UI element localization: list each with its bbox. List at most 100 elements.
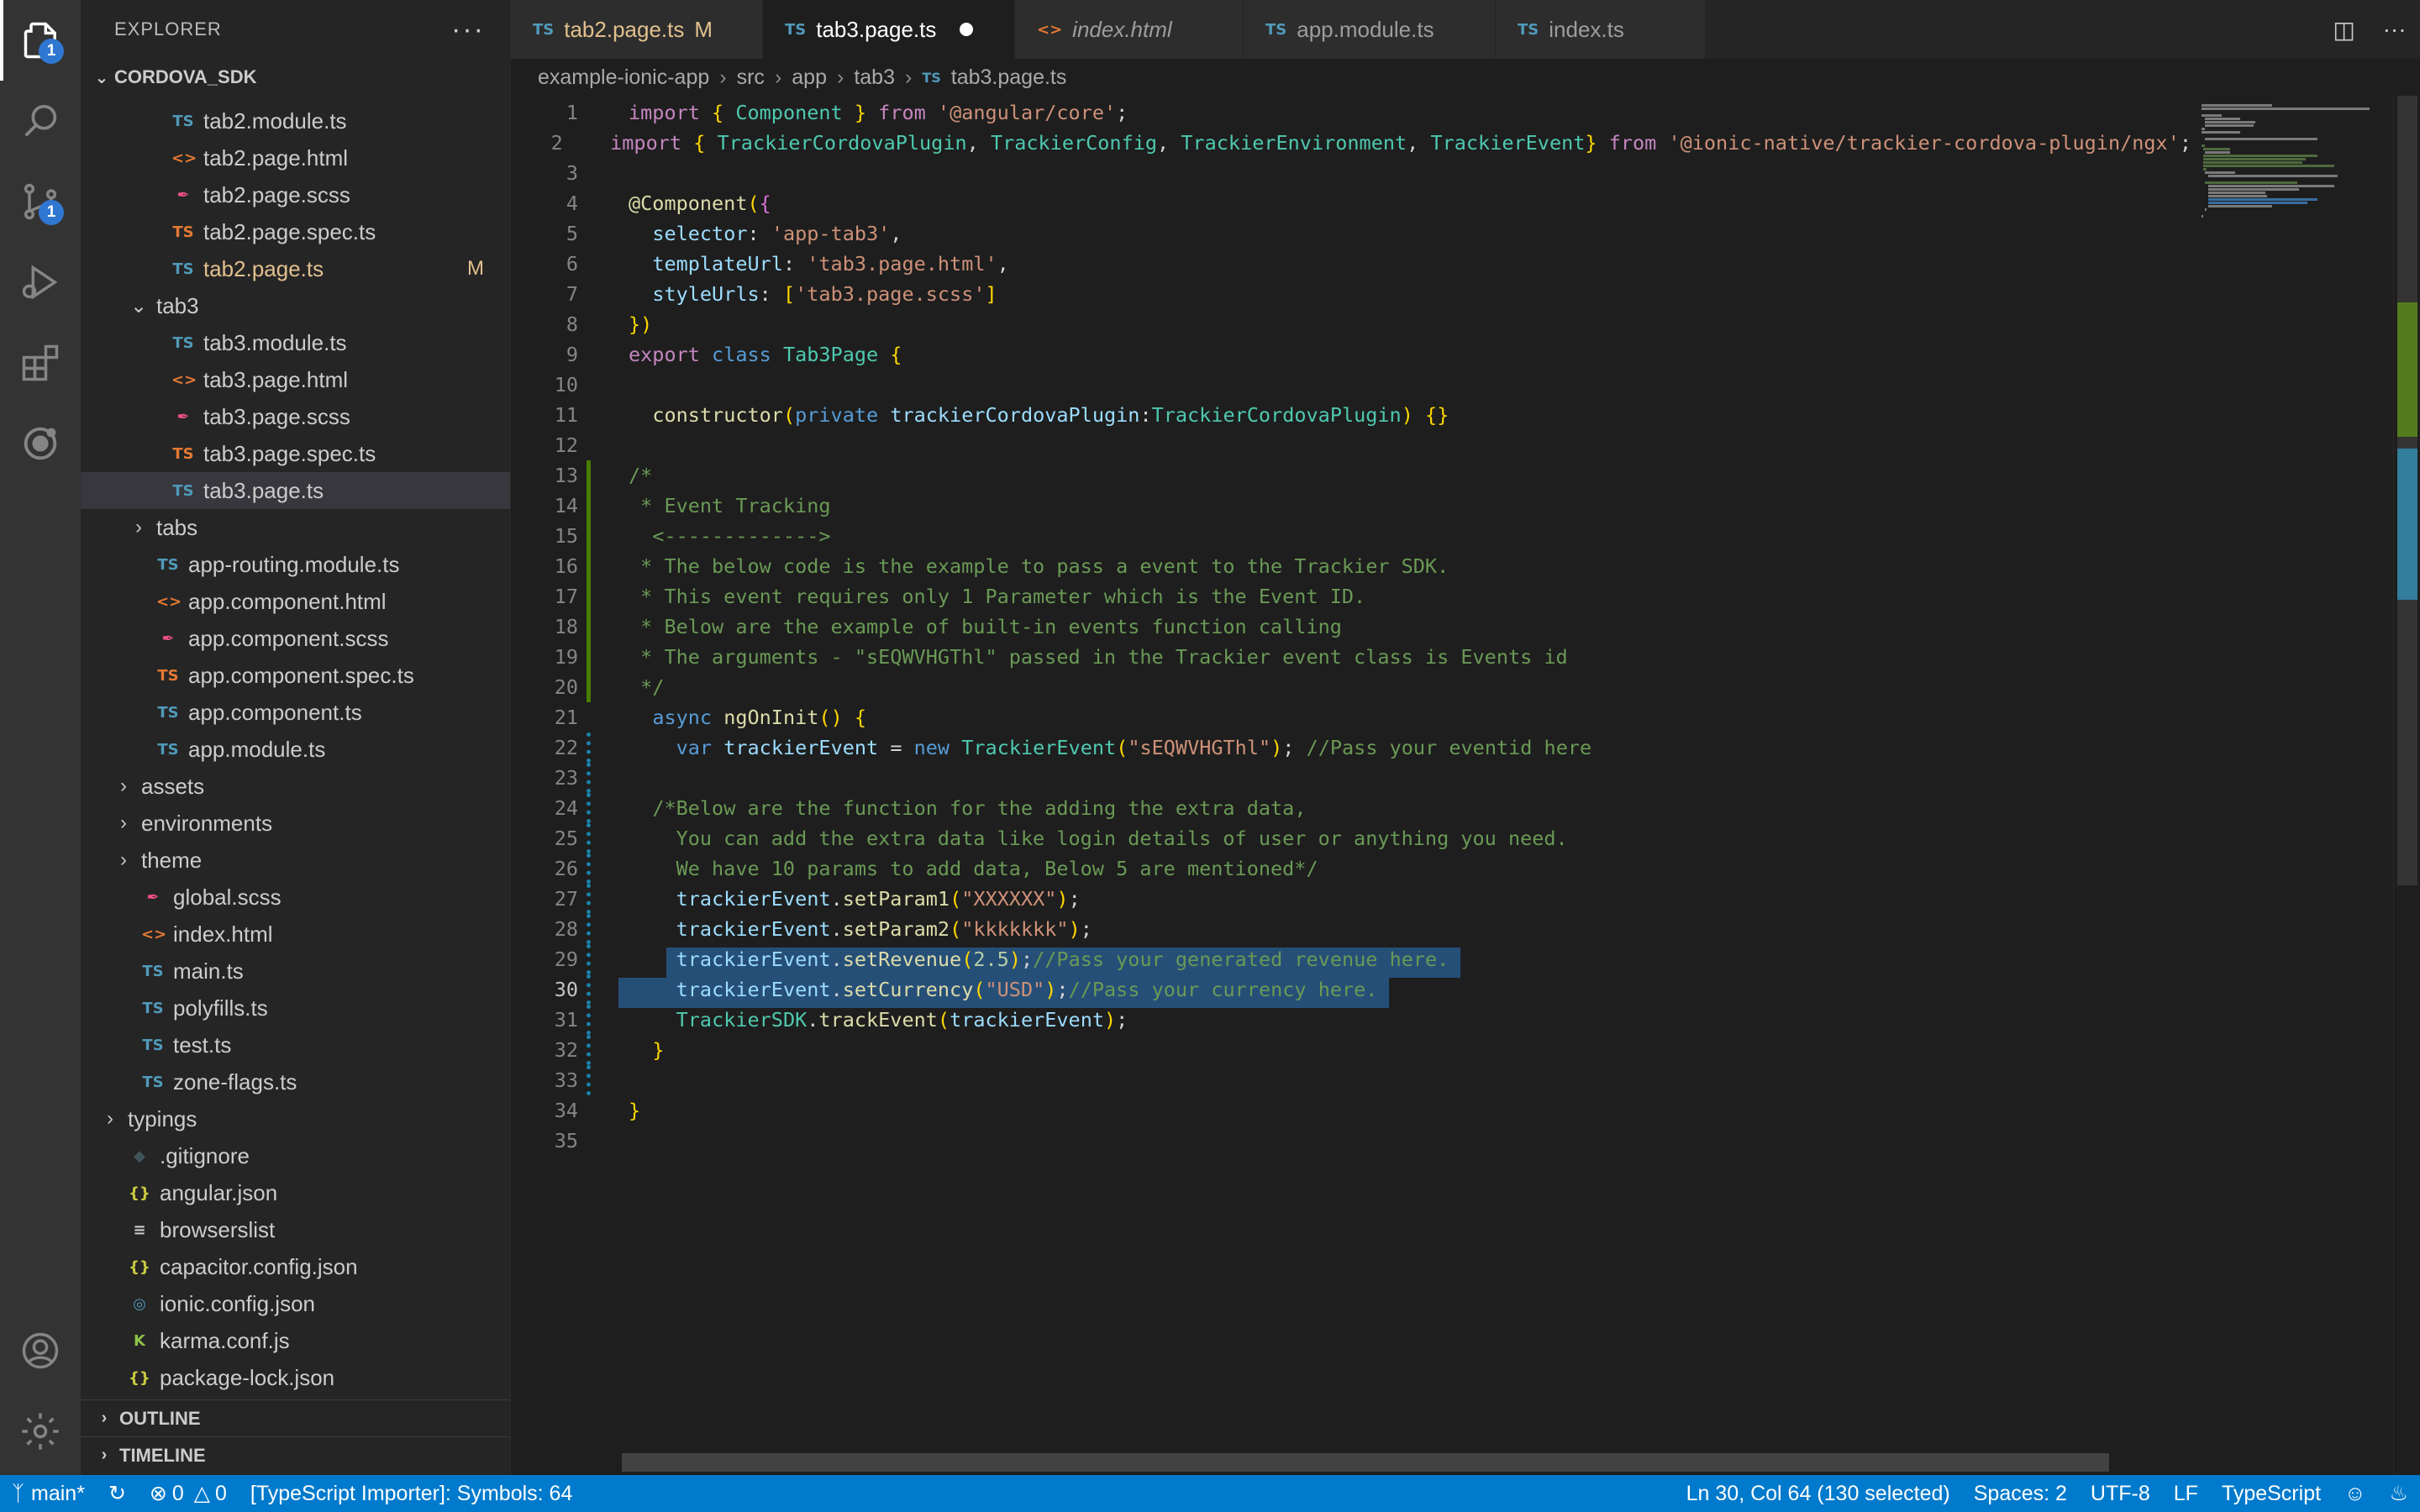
editor-tab[interactable]: TS index.ts (1496, 0, 1706, 59)
tree-file[interactable]: ✒ tab3.page.scss (81, 398, 510, 435)
editor-tab[interactable]: TS tab3.page.ts (763, 0, 1015, 59)
code-line[interactable]: 25 You can add the extra data like login… (511, 823, 2191, 853)
split-editor-icon[interactable]: ◫ (2333, 16, 2354, 44)
breadcrumb-item[interactable]: example-ionic-app (538, 66, 709, 90)
tree-file[interactable]: <> app.component.html (81, 583, 510, 620)
tree-file[interactable]: ✒ global.scss (81, 879, 510, 916)
breadcrumb-item[interactable]: tab3.page.ts (951, 66, 1067, 90)
code-line[interactable]: 17 * This event requires only 1 Paramete… (511, 581, 2191, 612)
breadcrumb-item[interactable]: app (792, 66, 827, 90)
language-mode[interactable]: TypeScript (2210, 1475, 2333, 1512)
code-line[interactable]: 29 trackierEvent.setRevenue(2.5);//Pass … (511, 944, 2191, 978)
tree-folder[interactable]: › tabs (81, 509, 510, 546)
tree-file[interactable]: TS tab3.module.ts (81, 324, 510, 361)
tree-file[interactable]: TS tab2.page.spec.ts (81, 213, 510, 250)
importer-status[interactable]: [TypeScript Importer]: Symbols: 64 (239, 1475, 584, 1512)
tree-file[interactable]: ✒ app.component.scss (81, 620, 510, 657)
tree-file[interactable]: TS app-routing.module.ts (81, 546, 510, 583)
code-line[interactable]: 2 import { TrackierCordovaPlugin, Trackie… (511, 128, 2191, 158)
editor-tab[interactable]: TS app.module.ts (1244, 0, 1496, 59)
code-line[interactable]: 30 trackierEvent.setCurrency("USD");//Pa… (511, 974, 2191, 1008)
tree-file[interactable]: {} package-lock.json (81, 1359, 510, 1396)
tree-file[interactable]: <> tab3.page.html (81, 361, 510, 398)
tree-file[interactable]: TS tab3.page.spec.ts (81, 435, 510, 472)
unsaved-dot-icon[interactable] (960, 23, 974, 36)
settings-gear-icon[interactable] (0, 1391, 81, 1472)
account-icon[interactable] (0, 1310, 81, 1391)
code-line[interactable]: 20 */ (511, 672, 2191, 702)
code-line[interactable]: 27 trackierEvent.setParam1("XXXXXX"); (511, 884, 2191, 914)
code-line[interactable]: 7 styleUrls: ['tab3.page.scss'] (511, 279, 2191, 309)
code-line[interactable]: 10 (511, 370, 2191, 400)
notifications-bell-icon[interactable]: ♨ (2378, 1475, 2420, 1512)
tree-folder[interactable]: › theme (81, 842, 510, 879)
explorer-icon[interactable]: 1 (0, 0, 81, 81)
feedback-icon[interactable]: ☺ (2333, 1475, 2378, 1512)
code-line[interactable]: 6 templateUrl: 'tab3.page.html', (511, 249, 2191, 279)
code-line[interactable]: 14 * Event Tracking (511, 491, 2191, 521)
code-line[interactable]: 21 async ngOnInit() { (511, 702, 2191, 732)
tree-file[interactable]: ◆ .gitignore (81, 1137, 510, 1174)
ionic-icon[interactable] (0, 403, 81, 484)
editor-tab[interactable]: <> index.html (1015, 0, 1244, 59)
tree-file[interactable]: TS main.ts (81, 953, 510, 990)
tree-file[interactable]: <> index.html (81, 916, 510, 953)
search-icon[interactable] (0, 81, 81, 161)
code-line[interactable]: 3 (511, 158, 2191, 188)
code-line[interactable]: 1 import { Component } from '@angular/cor… (511, 97, 2191, 128)
tree-folder[interactable]: › environments (81, 805, 510, 842)
code-line[interactable]: 33 (511, 1065, 2191, 1095)
encoding[interactable]: UTF-8 (2079, 1475, 2162, 1512)
code-line[interactable]: 35 (511, 1126, 2191, 1156)
code-line[interactable]: 12 (511, 430, 2191, 460)
tree-file[interactable]: ≡ browserslist (81, 1211, 510, 1248)
tree-file[interactable]: TS app.component.spec.ts (81, 657, 510, 694)
more-actions-icon[interactable]: ··· (451, 13, 485, 46)
tree-file[interactable]: TS tab2.module.ts (81, 102, 510, 139)
run-debug-icon[interactable] (0, 242, 81, 323)
code-line[interactable]: 8}) (511, 309, 2191, 339)
tree-file[interactable]: TS tab3.page.ts (81, 472, 510, 509)
code-editor[interactable]: 1 import { Component } from '@angular/cor… (511, 96, 2191, 1448)
tree-file[interactable]: <> tab2.page.html (81, 139, 510, 176)
tree-file[interactable]: TS polyfills.ts (81, 990, 510, 1026)
workspace-root[interactable]: ⌄ CORDOVA_SDK (81, 59, 510, 96)
code-line[interactable]: 5 selector: 'app-tab3', (511, 218, 2191, 249)
code-line[interactable]: 13 /* (511, 460, 2191, 491)
tree-file[interactable]: ◎ ionic.config.json (81, 1285, 510, 1322)
breadcrumb-item[interactable]: src (737, 66, 765, 90)
branch-indicator[interactable]: ᛉ main* (0, 1475, 97, 1512)
code-line[interactable]: 32 } (511, 1035, 2191, 1065)
more-actions-icon[interactable]: ··· (2383, 16, 2407, 43)
extensions-icon[interactable] (0, 323, 81, 403)
tree-folder[interactable]: ⌄ tab3 (81, 287, 510, 324)
editor-tab[interactable]: TS tab2.page.ts M (511, 0, 763, 59)
horizontal-scrollbar[interactable] (622, 1453, 2109, 1472)
code-line[interactable]: 9 export class Tab3Page { (511, 339, 2191, 370)
timeline-section[interactable]: › TIMELINE (81, 1436, 510, 1473)
code-line[interactable]: 24 /*Below are the function for the addi… (511, 793, 2191, 823)
code-line[interactable]: 11 constructor(private trackierCordovaPl… (511, 400, 2191, 430)
indentation[interactable]: Spaces: 2 (1962, 1475, 2079, 1512)
code-line[interactable]: 34} (511, 1095, 2191, 1126)
tree-file[interactable]: {} angular.json (81, 1174, 510, 1211)
end-of-line[interactable]: LF (2162, 1475, 2210, 1512)
scrollbar-thumb[interactable] (2397, 96, 2417, 885)
tree-file[interactable]: TS zone-flags.ts (81, 1063, 510, 1100)
tree-folder[interactable]: › assets (81, 768, 510, 805)
code-line[interactable]: 19 * The arguments - "sEQWVHGThl" passed… (511, 642, 2191, 672)
tree-file[interactable]: ✒ tab2.page.scss (81, 176, 510, 213)
code-line[interactable]: 26 We have 10 params to add data, Below … (511, 853, 2191, 884)
source-control-icon[interactable]: 1 (0, 161, 81, 242)
outline-section[interactable]: › OUTLINE (81, 1399, 510, 1436)
breadcrumb-item[interactable]: tab3 (854, 66, 895, 90)
code-line[interactable]: 18 * Below are the example of built-in e… (511, 612, 2191, 642)
tree-file[interactable]: TS test.ts (81, 1026, 510, 1063)
tree-file[interactable]: TS app.module.ts (81, 731, 510, 768)
code-line[interactable]: 28 trackierEvent.setParam2("kkkkkkk"); (511, 914, 2191, 944)
tree-file[interactable]: {} capacitor.config.json (81, 1248, 510, 1285)
code-line[interactable]: 4 @Component({ (511, 188, 2191, 218)
problems-indicator[interactable]: ⊗ 0 △ 0 (138, 1475, 239, 1512)
cursor-position[interactable]: Ln 30, Col 64 (130 selected) (1675, 1475, 1962, 1512)
minimap[interactable] (2191, 96, 2393, 1448)
